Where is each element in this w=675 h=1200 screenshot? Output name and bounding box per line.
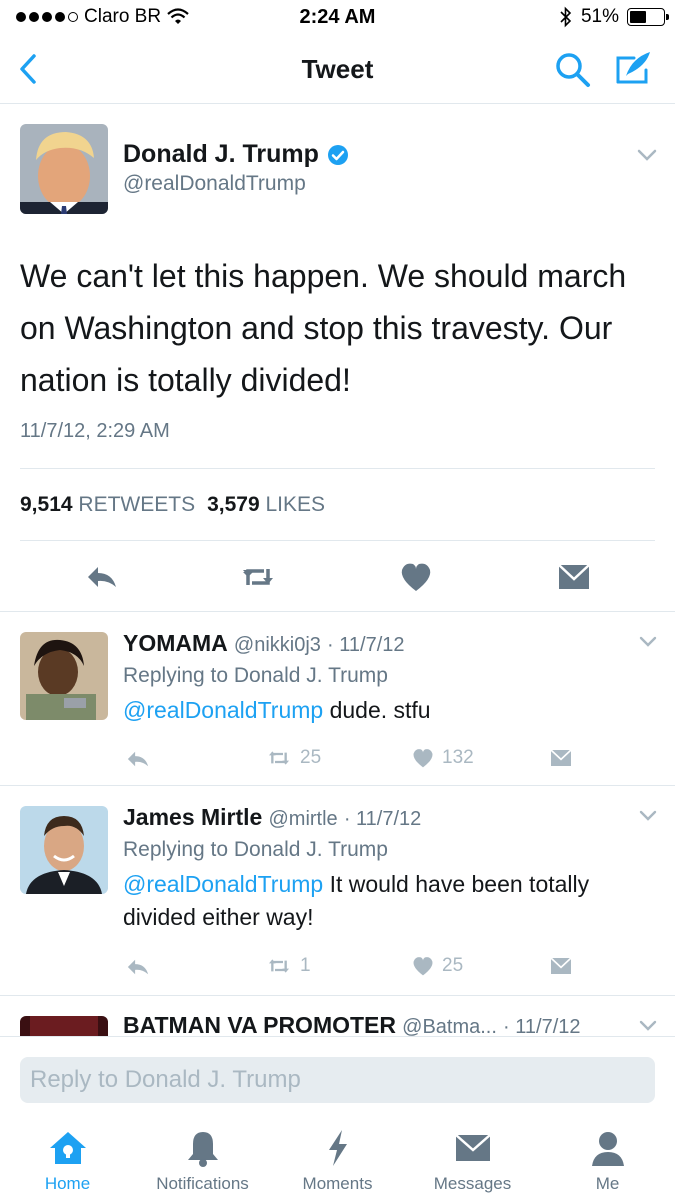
reply-header: James Mirtle @mirtle · 11/7/12 (123, 804, 421, 831)
reply-author-handle[interactable]: @Batma... (402, 1016, 497, 1036)
direct-message-icon[interactable] (556, 559, 592, 595)
tab-moments[interactable]: Moments (270, 1128, 405, 1194)
retweet-action[interactable]: 1 (264, 954, 311, 978)
author-name[interactable]: Donald J. Trump (123, 140, 349, 169)
like-count: 25 (442, 955, 464, 976)
reply-author-name[interactable]: BATMAN VA PROMOTER (123, 1012, 396, 1036)
tweet-timestamp: 11/7/12, 2:29 AM (20, 420, 170, 442)
mention-link[interactable]: @realDonaldTrump (123, 871, 323, 897)
reply-body-text: dude. stfu (323, 697, 431, 723)
battery-fill (630, 11, 647, 23)
tab-label: Messages (433, 1174, 512, 1193)
tab-me[interactable]: Me (540, 1128, 675, 1194)
message-action[interactable] (548, 954, 574, 978)
person-icon (591, 1132, 624, 1166)
reply-icon (127, 959, 149, 975)
avatar[interactable] (20, 806, 108, 894)
tweet-text: We can't let this happen. We should marc… (20, 258, 627, 398)
mention-link[interactable]: @realDonaldTrump (123, 697, 323, 723)
heart-icon (413, 957, 433, 976)
reply-input[interactable]: Reply to Donald J. Trump (20, 1057, 655, 1103)
tab-home[interactable]: Home (0, 1128, 135, 1194)
search-icon[interactable] (553, 50, 593, 90)
reply-date: · 11/7/12 (503, 1016, 581, 1036)
battery-icon (627, 8, 669, 26)
bluetooth-icon (560, 6, 572, 28)
battery-percent: 51% (580, 6, 619, 27)
like-action[interactable]: 25 (410, 954, 463, 978)
retweets-stat[interactable]: 9,514 RETWEETS (20, 493, 195, 517)
likes-stat[interactable]: 3,579 LIKES (207, 493, 325, 517)
retweet-icon (269, 751, 289, 765)
bell-icon (187, 1132, 218, 1167)
replying-to-label[interactable]: Replying to Donald J. Trump (123, 838, 388, 862)
retweet-icon[interactable] (240, 559, 276, 595)
reply-action[interactable] (124, 746, 152, 772)
reply-text: @realDonaldTrump It would have been tota… (123, 868, 643, 934)
avatar[interactable] (20, 1016, 108, 1036)
reply-author-name[interactable]: YOMAMA (123, 630, 228, 656)
reply-date: · 11/7/12 (343, 808, 422, 830)
reply-icon[interactable] (84, 559, 120, 595)
compose-tweet-icon[interactable] (612, 48, 654, 90)
author-handle[interactable]: @realDonaldTrump (123, 172, 306, 196)
likes-label: LIKES (265, 493, 326, 516)
tab-messages[interactable]: Messages (405, 1128, 540, 1194)
avatar[interactable] (20, 632, 108, 720)
envelope-icon (454, 1134, 491, 1161)
status-right: 51% (559, 6, 669, 28)
retweet-count: 1 (300, 955, 311, 976)
main-tweet: Donald J. Trump @realDonaldTrump We can'… (0, 104, 675, 612)
reply-tweet[interactable]: James Mirtle @mirtle · 11/7/12 Replying … (0, 786, 675, 996)
divider (20, 468, 655, 469)
retweets-label: RETWEETS (78, 493, 196, 516)
like-heart-icon[interactable] (398, 559, 434, 595)
tab-bar: Home Notifications Moments Messages Me (0, 1120, 675, 1200)
reply-date: · 11/7/12 (327, 634, 405, 656)
tab-label: Me (595, 1174, 620, 1193)
reply-author-name[interactable]: James Mirtle (123, 804, 262, 830)
retweet-action[interactable]: 25 (264, 746, 321, 770)
tab-notifications[interactable]: Notifications (135, 1128, 270, 1194)
reply-author-handle[interactable]: @mirtle (268, 808, 337, 830)
status-bar: Claro BR 2:24 AM 51% (0, 0, 675, 34)
retweet-count: 25 (300, 747, 322, 768)
chevron-down-icon[interactable] (638, 1020, 658, 1032)
tweet-stats: 9,514 RETWEETS 3,579 LIKES (20, 493, 325, 517)
tab-label: Notifications (156, 1174, 249, 1193)
verified-badge-icon (327, 144, 348, 165)
reply-author-handle[interactable]: @nikki0j3 (234, 634, 321, 656)
chevron-down-icon[interactable] (638, 810, 658, 822)
replying-to-label[interactable]: Replying to Donald J. Trump (123, 664, 388, 688)
retweets-count: 9,514 (20, 493, 73, 516)
chevron-down-icon[interactable] (638, 636, 658, 648)
avatar[interactable] (20, 124, 108, 214)
reply-icon (127, 751, 149, 767)
home-icon (49, 1132, 86, 1164)
reply-action[interactable] (124, 954, 152, 980)
retweet-icon (269, 959, 289, 973)
like-action[interactable]: 132 (410, 746, 474, 770)
envelope-icon (550, 957, 572, 974)
reply-text: @realDonaldTrump dude. stfu (123, 694, 643, 727)
reply-header: BATMAN VA PROMOTER @Batma... · 11/7/12 (123, 1012, 581, 1036)
tab-label: Moments (302, 1174, 373, 1193)
heart-icon (413, 749, 433, 768)
reply-header: YOMAMA @nikki0j3 · 11/7/12 (123, 630, 405, 657)
reply-tweet[interactable]: YOMAMA @nikki0j3 · 11/7/12 Replying to D… (0, 612, 675, 786)
divider (20, 540, 655, 541)
lightning-icon (328, 1130, 347, 1166)
like-count: 132 (442, 747, 474, 768)
author-name-text: Donald J. Trump (123, 140, 319, 168)
chevron-down-icon[interactable] (636, 148, 658, 162)
message-action[interactable] (548, 746, 574, 770)
reply-tweet[interactable]: BATMAN VA PROMOTER @Batma... · 11/7/12 (0, 996, 675, 1036)
likes-count: 3,579 (207, 493, 260, 516)
tab-label: Home (44, 1174, 91, 1193)
navigation-bar: Tweet (0, 34, 675, 104)
reply-composer-bar: Reply to Donald J. Trump (0, 1036, 675, 1120)
envelope-icon (550, 749, 572, 766)
